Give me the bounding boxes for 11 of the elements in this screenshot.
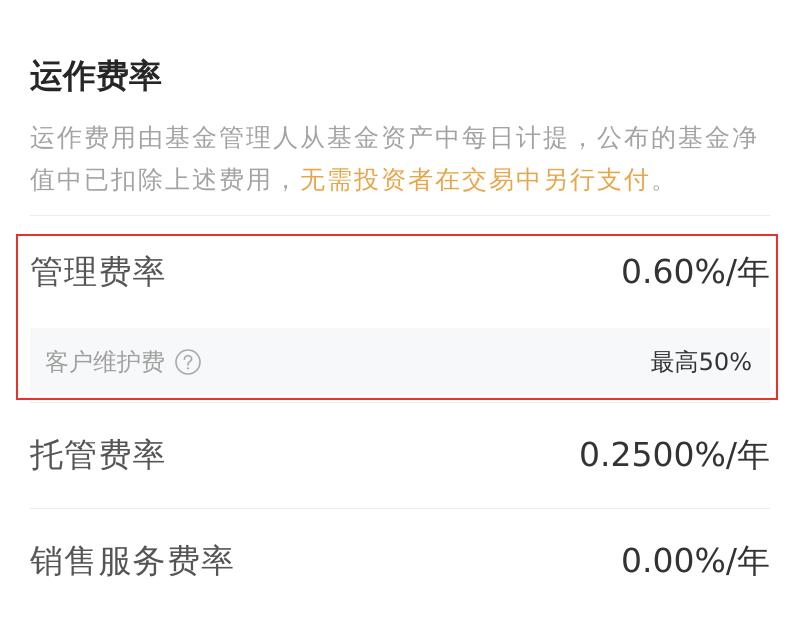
fee-label: 管理费率	[30, 250, 167, 292]
fee-detail-value: 最高50%	[650, 346, 752, 378]
fee-label: 托管费率	[30, 434, 167, 476]
fee-value: 0.00%/年	[621, 540, 770, 582]
fee-detail-label: 客户维护费	[45, 346, 165, 378]
fee-label: 销售服务费率	[30, 540, 236, 582]
fee-value: 0.2500%/年	[579, 434, 770, 476]
description-text: 运作费用由基金管理人从基金资产中每日计提，公布的基金净值中已扣除上述费用，无需投资者在交易中另行支付。	[30, 122, 760, 196]
help-icon[interactable]	[175, 348, 201, 374]
fee-value: 0.60%/年	[621, 250, 770, 292]
section-title: 运作费率	[30, 56, 162, 96]
